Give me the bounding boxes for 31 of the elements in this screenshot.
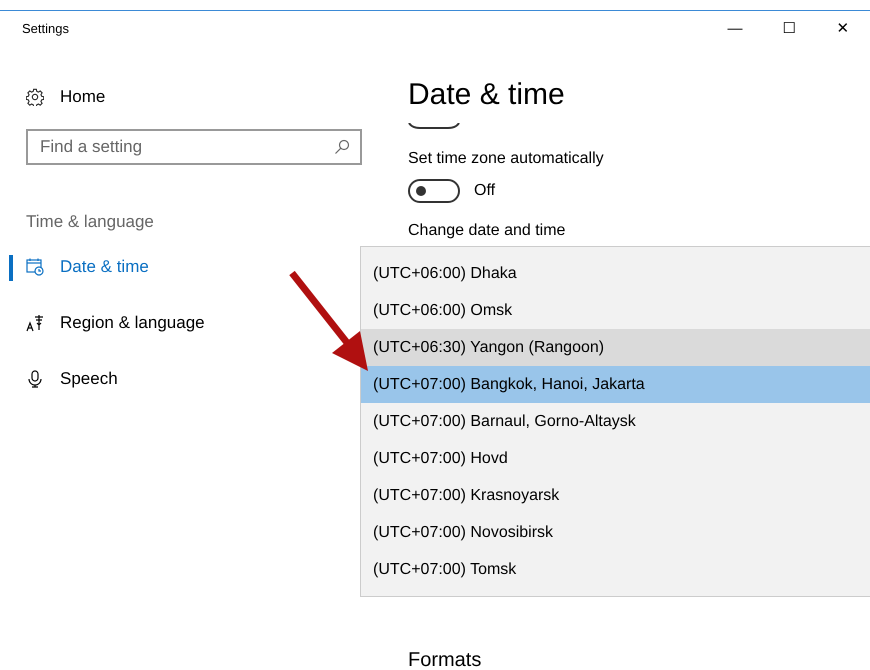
- sidebar-item[interactable]: Date & time: [9, 239, 149, 295]
- dropdown-option[interactable]: (UTC+07:00) Hovd: [361, 440, 870, 477]
- dropdown-option[interactable]: (UTC+06:30) Yangon (Rangoon): [361, 329, 870, 366]
- window-title: Settings: [22, 20, 69, 38]
- dropdown-option[interactable]: (UTC+06:00) Dhaka: [361, 255, 870, 292]
- toggle-edge-drawing: [408, 123, 460, 129]
- settings-icon[interactable]: [26, 88, 44, 106]
- language-icon: [26, 314, 44, 332]
- setting-label: Set time zone automatically: [408, 149, 605, 169]
- search-field[interactable]: Find a setting: [26, 129, 362, 165]
- sidebar-item[interactable]: Region & language: [9, 295, 205, 351]
- calendar-icon: [26, 258, 44, 276]
- home-link[interactable]: Home: [60, 84, 106, 110]
- sidebar-item[interactable]: Speech: [9, 351, 118, 407]
- search-icon: [334, 139, 350, 155]
- dropdown-option[interactable]: (UTC+07:00) Barnaul, Gorno-Altaysk: [361, 403, 870, 440]
- maximize-button[interactable]: ☐: [762, 11, 816, 47]
- close-button[interactable]: ✕: [816, 11, 870, 47]
- section-heading: Change date and time: [408, 221, 566, 241]
- microphone-icon: [26, 370, 44, 388]
- dropdown-option[interactable]: (UTC+06:00) Omsk: [361, 292, 870, 329]
- page-title: Date & time: [408, 77, 566, 113]
- section-heading: Time & language: [26, 211, 155, 233]
- dropdown-option[interactable]: (UTC+07:00) Krasnoyarsk: [361, 477, 870, 514]
- dropdown-option[interactable]: (UTC+07:00) Bangkok, Hanoi, Jakarta: [361, 366, 870, 403]
- minimize-button[interactable]: —: [708, 11, 762, 47]
- toggle-state: Off: [474, 181, 496, 201]
- section-heading: Formats: [408, 648, 482, 670]
- toggle-switch[interactable]: [408, 179, 460, 203]
- dropdown-option[interactable]: (UTC+07:00) Novosibirsk: [361, 514, 870, 551]
- dropdown-option[interactable]: (UTC+07:00) Tomsk: [361, 551, 870, 588]
